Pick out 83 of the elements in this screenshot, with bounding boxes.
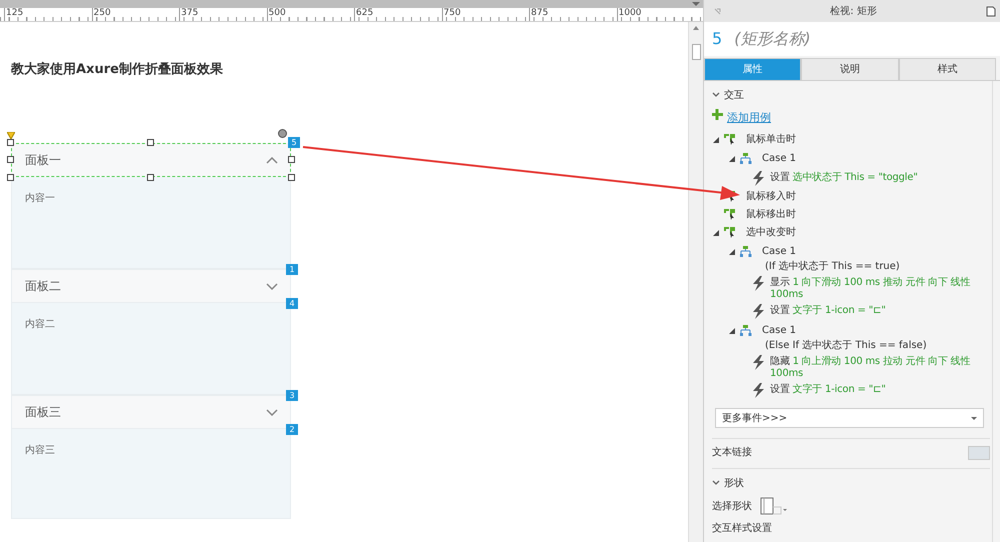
case-icon — [740, 153, 752, 164]
panel-content-text: 内容三 — [25, 445, 55, 456]
chevron-down-icon[interactable] — [266, 282, 278, 290]
case-name[interactable]: Case 1 — [762, 243, 900, 261]
section-title: 交互 — [724, 88, 744, 103]
action-text[interactable]: 设置 选中状态于 This = "toggle" — [770, 170, 984, 184]
scroll-thumb[interactable] — [692, 44, 700, 60]
action-text[interactable]: 设置 文字于 1-icon = "⊏" — [770, 303, 984, 317]
section-title: 形状 — [724, 476, 744, 491]
event-name[interactable]: 鼠标移出时 — [746, 206, 796, 224]
expanded-triangle-icon[interactable] — [729, 249, 735, 255]
selection-handle[interactable] — [7, 139, 14, 146]
widget-number-label: 5 — [712, 28, 722, 50]
ruler-label: 375 — [179, 8, 266, 21]
selection-handle[interactable] — [7, 174, 14, 181]
add-case-link[interactable]: 添加用例 — [727, 109, 771, 127]
panel-title: 面板一 — [25, 152, 61, 169]
page-icon[interactable] — [986, 6, 996, 16]
selection-handle[interactable] — [147, 174, 154, 181]
inspector-title: 检视: 矩形 — [830, 4, 877, 18]
panel-content-text: 内容一 — [25, 193, 55, 204]
ruler-label: 125 — [4, 8, 92, 21]
panel-header[interactable]: 面板二 — [11, 269, 291, 303]
ruler-label: 250 — [92, 8, 179, 21]
ruler-label: 625 — [354, 8, 442, 21]
widget-number: 4 — [286, 298, 298, 309]
case-icon — [740, 325, 752, 336]
case-name[interactable]: Case 1 — [762, 150, 796, 168]
ruler-label: 500 — [266, 8, 354, 21]
event-icon — [724, 226, 736, 238]
event-name[interactable]: 选中改变时 — [746, 224, 796, 242]
lightning-icon — [752, 304, 764, 319]
more-events-dropdown[interactable]: 更多事件>>> — [715, 408, 984, 428]
text-link-label: 文本链接 — [712, 446, 752, 460]
selection-handle[interactable] — [288, 156, 295, 163]
expanded-triangle-icon[interactable] — [713, 230, 719, 236]
lightning-icon — [752, 171, 764, 186]
caret-icon — [971, 416, 977, 420]
case-name[interactable]: Case 1 — [762, 322, 927, 340]
chevron-down-icon[interactable] — [266, 408, 278, 416]
event-name[interactable]: 鼠标单击时 — [746, 131, 796, 149]
widget-number: 1 — [286, 264, 298, 275]
dropdown-icon[interactable] — [692, 2, 700, 6]
widget-name-field[interactable]: (矩形名称) — [734, 27, 811, 51]
scroll-up-icon[interactable] — [693, 26, 699, 30]
case-condition: (Else If 选中状态于 This == false) — [764, 340, 927, 352]
widget-number: 3 — [286, 390, 298, 401]
lightning-icon — [752, 276, 764, 291]
event-icon — [724, 208, 736, 220]
case-icon — [740, 246, 752, 257]
case-condition: (If 选中状态于 This == true) — [764, 261, 900, 273]
rotate-handle-icon[interactable] — [278, 129, 287, 138]
expanded-triangle-icon[interactable] — [729, 328, 735, 334]
action-text[interactable]: 设置 文字于 1-icon = "⊏" — [770, 382, 984, 396]
chevron-up-icon[interactable] — [266, 156, 278, 164]
selection-handle[interactable] — [288, 174, 295, 181]
expanded-triangle-icon[interactable] — [713, 137, 719, 143]
ruler-label: 750 — [442, 8, 529, 21]
panel-header[interactable]: 面板一 — [11, 143, 291, 177]
event-icon — [724, 133, 736, 145]
anchor-marker-icon[interactable] — [7, 132, 15, 139]
selection-handle[interactable] — [7, 156, 14, 163]
ruler-label: 875 — [529, 8, 616, 21]
action-text[interactable]: 隐藏 1 向上滑动 100 ms 拉动 元件 向下 线性 100ms — [770, 354, 984, 380]
plus-icon[interactable] — [712, 109, 723, 120]
inspector-tab[interactable]: 样式 — [898, 58, 996, 80]
action-text[interactable]: 显示 1 向下滑动 100 ms 推动 元件 向下 线性 100ms — [770, 275, 984, 301]
page-heading: 教大家使用Axure制作折叠面板效果 — [11, 62, 224, 78]
selection-handle[interactable] — [147, 139, 154, 146]
widget-number: 2 — [286, 424, 298, 435]
inspector-tab[interactable]: 说明 — [801, 58, 899, 80]
expanded-triangle-icon[interactable] — [729, 156, 735, 162]
shape-select-label: 选择形状 — [712, 500, 752, 514]
lightning-icon — [752, 383, 764, 398]
interaction-style-label: 交互样式设置 — [712, 522, 773, 536]
panel-content-text: 内容二 — [25, 319, 55, 330]
widget-number: 5 — [288, 137, 300, 148]
panel-title: 面板二 — [25, 278, 61, 295]
panel-title: 面板三 — [25, 404, 61, 421]
panel-header[interactable]: 面板三 — [11, 395, 291, 429]
event-name[interactable]: 鼠标移入时 — [746, 188, 796, 206]
shape-picker-icon[interactable] — [760, 497, 788, 515]
lightning-icon — [752, 355, 764, 370]
